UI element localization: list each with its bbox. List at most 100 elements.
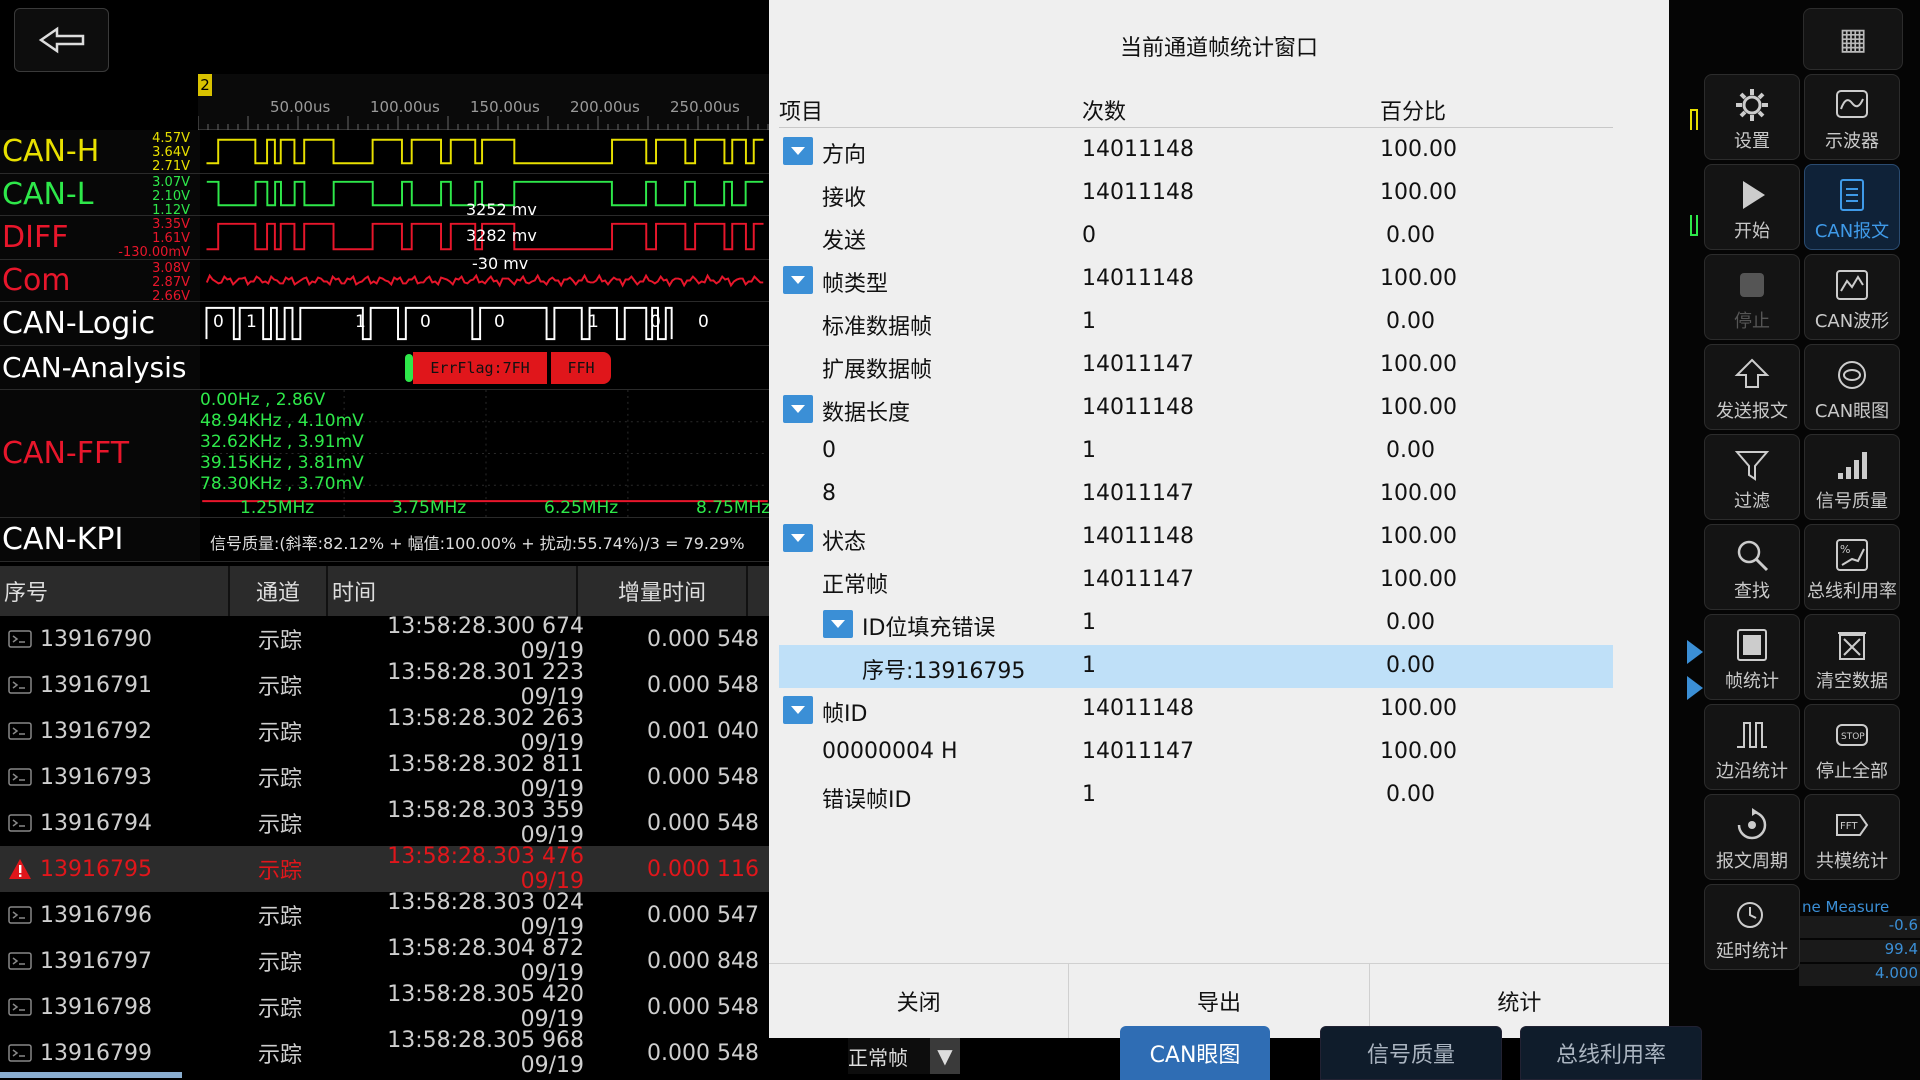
sidebar-button-oscilloscope[interactable]: 示波器 [1804, 74, 1900, 160]
stat-row[interactable]: 正常帧 14011147 100.00 [779, 559, 1613, 602]
stat-row[interactable]: 错误帧ID 1 0.00 [779, 774, 1613, 817]
table-row[interactable]: 13916799 示踪 13:58:28.305 968 09/19 0.000 54… [0, 1028, 770, 1078]
channel-can-analysis[interactable]: CAN-Analysis ErrFlag:7FH FFH [0, 346, 770, 390]
sidebar-button-delay[interactable]: 延时统计 [1704, 884, 1800, 970]
sidebar-button-fft[interactable]: FFT 共模统计 [1804, 794, 1900, 880]
table-row[interactable]: 13916796 示踪 13:58:28.303 024 09/19 0.000 54… [0, 890, 770, 940]
sidebar-button-edge[interactable]: 边沿统计 [1704, 704, 1800, 790]
horizontal-scrollbar[interactable] [0, 1072, 182, 1078]
channel-com[interactable]: Com 3.08V 2.87V 2.66V [0, 260, 770, 304]
menu-grid-icon[interactable]: ▦ [1803, 8, 1903, 70]
fft-icon: FFT [1836, 814, 1869, 836]
stat-row[interactable]: 帧ID 14011148 100.00 [779, 688, 1613, 731]
stat-row[interactable]: 状态 14011148 100.00 [779, 516, 1613, 559]
sidebar-button-eye[interactable]: CAN眼图 [1804, 344, 1900, 430]
col-channel-header[interactable]: 通道 [230, 566, 328, 616]
stat-row[interactable]: 数据长度 14011148 100.00 [779, 387, 1613, 430]
sidebar-button-label: 过滤 [1734, 491, 1770, 512]
sidebar-button-gear[interactable]: 设置 [1704, 74, 1800, 160]
table-row[interactable]: 13916793 示踪 13:58:28.302 811 09/19 0.000 54… [0, 752, 770, 802]
tab-signal-quality[interactable]: 信号质量 [1320, 1026, 1502, 1080]
back-button[interactable] [14, 8, 109, 72]
stat-count: 1 [1082, 438, 1096, 463]
stat-row[interactable]: ID位填充错误 1 0.00 [779, 602, 1613, 645]
sidebar-button-frame-stat[interactable]: 帧统计 [1704, 614, 1800, 700]
row-channel: 示踪 [257, 629, 302, 654]
sidebar-button-play[interactable]: 开始 [1704, 164, 1800, 250]
col-time-header[interactable]: 时间 [328, 566, 578, 616]
error-flag-box[interactable]: ErrFlag:7FH [413, 352, 547, 384]
table-row[interactable]: 13916792 示踪 13:58:28.302 263 09/19 0.001 04… [0, 706, 770, 756]
cursor-marker[interactable]: 2 [198, 74, 212, 96]
channel-can-fft[interactable]: CAN-FFT 0.00Hz , 2.86V 48.94KHz , 4.10mV 3… [0, 390, 770, 518]
frame-filter-select[interactable]: 正常帧 ▼ [848, 1038, 960, 1074]
sidebar-button-message[interactable]: CAN报文 [1804, 164, 1900, 250]
message-table-header: 序号 通道 时间 增量时间 [0, 566, 770, 616]
table-row[interactable]: 13916794 示踪 13:58:28.303 359 09/19 0.000 54… [0, 798, 770, 848]
frame-icon [0, 768, 40, 786]
expand-toggle-icon[interactable] [783, 266, 813, 294]
sidebar-button-label: 开始 [1734, 221, 1770, 242]
expand-toggle-icon[interactable] [783, 524, 813, 552]
stat-row[interactable]: 扩展数据帧 14011147 100.00 [779, 344, 1613, 387]
channel-label: CAN-FFT [0, 390, 200, 517]
channel-can-kpi[interactable]: CAN-KPI 信号质量:(斜率:82.12% + 幅值:100.00% + 扰… [0, 518, 770, 562]
sidebar-button-stop-all[interactable]: STOP 停止全部 [1804, 704, 1900, 790]
sidebar-button-upload[interactable]: 发送报文 [1704, 344, 1800, 430]
stat-row[interactable]: 标准数据帧 1 0.00 [779, 301, 1613, 344]
stat-item-name: 0 [822, 438, 836, 463]
expand-toggle-icon[interactable] [783, 395, 813, 423]
stat-row[interactable]: 00000004 H 14011147 100.00 [779, 731, 1613, 774]
gear-icon [1736, 89, 1768, 121]
table-row[interactable]: 13916790 示踪 13:58:28.300 674 09/19 0.000 54… [0, 614, 770, 664]
expand-toggle-icon[interactable] [783, 137, 813, 165]
logic-bit: 1 [355, 312, 366, 332]
row-delta: 0.000 116 [647, 856, 759, 882]
channel-can-logic[interactable]: CAN-Logic 0 1 1 0 0 1 0 0 [0, 302, 770, 346]
sidebar-button-cycle[interactable]: 报文周期 [1704, 794, 1800, 880]
stat-row[interactable]: 发送 0 0.00 [779, 215, 1613, 258]
row-seq: 13916794 [40, 810, 152, 836]
stat-row[interactable]: 0 1 0.00 [779, 430, 1613, 473]
stat-count: 1 [1082, 653, 1096, 678]
sidebar-button-signal-bars[interactable]: 信号质量 [1804, 434, 1900, 520]
stat-row[interactable]: 帧类型 14011148 100.00 [779, 258, 1613, 301]
sidebar-button-waveform[interactable]: CAN波形 [1804, 254, 1900, 340]
table-row[interactable]: 13916791 示踪 13:58:28.301 223 09/19 0.000 54… [0, 660, 770, 710]
stat-row[interactable]: 序号:13916795 1 0.00 [779, 645, 1613, 688]
table-row[interactable]: 13916795 示踪 13:58:28.303 476 09/19 0.000 11… [0, 844, 770, 894]
sidebar-button-label: 发送报文 [1716, 401, 1788, 422]
channel-can-l[interactable]: CAN-L 3.07V 2.10V 1.12V [0, 174, 770, 218]
logic-bit: 1 [588, 312, 599, 332]
col-seq-header[interactable]: 序号 [0, 566, 230, 616]
channel-diff[interactable]: DIFF 3.35V 1.61V -130.00mV 3252 mv 3282 mv… [0, 200, 770, 273]
row-delta: 0.000 548 [647, 810, 759, 836]
ffh-box[interactable]: FFH [551, 352, 611, 384]
eye-icon [1838, 361, 1866, 389]
logic-bit: 0 [213, 312, 224, 332]
channel-can-h[interactable]: CAN-H 4.57V 3.64V 2.71V [0, 130, 770, 174]
logic-bit: 0 [698, 312, 709, 332]
tab-can-eye[interactable]: CAN眼图 [1120, 1026, 1270, 1080]
stat-item-name: 00000004 H [822, 739, 958, 764]
table-row[interactable]: 13916797 示踪 13:58:28.304 872 09/19 0.000 84… [0, 936, 770, 986]
close-button[interactable]: 关闭 [769, 964, 1070, 1038]
sidebar-button-label: 停止 [1734, 311, 1770, 332]
sidebar-button-bus-load[interactable]: % 总线利用率 [1804, 524, 1900, 610]
stat-row[interactable]: 8 14011147 100.00 [779, 473, 1613, 516]
sidebar-button-search[interactable]: 查找 [1704, 524, 1800, 610]
channel-scale: 3.07V 2.10V 1.12V [152, 175, 190, 218]
col-delta-header[interactable]: 增量时间 [578, 566, 748, 616]
edge-icon [1737, 722, 1767, 748]
frame-icon [0, 906, 40, 924]
expand-toggle-icon[interactable] [823, 610, 853, 638]
expand-toggle-icon[interactable] [783, 696, 813, 724]
table-row[interactable]: 13916798 示踪 13:58:28.305 420 09/19 0.000 54… [0, 982, 770, 1032]
sidebar-button-clear[interactable]: 清空数据 [1804, 614, 1900, 700]
sidebar-button-stop[interactable]: 停止 [1704, 254, 1800, 340]
stat-row[interactable]: 接收 14011148 100.00 [779, 172, 1613, 215]
tab-bus-load[interactable]: 总线利用率 [1520, 1026, 1702, 1080]
stat-row[interactable]: 方向 14011148 100.00 [779, 129, 1613, 172]
sidebar-button-filter[interactable]: 过滤 [1704, 434, 1800, 520]
stat-item-name: 数据长度 [822, 401, 911, 426]
